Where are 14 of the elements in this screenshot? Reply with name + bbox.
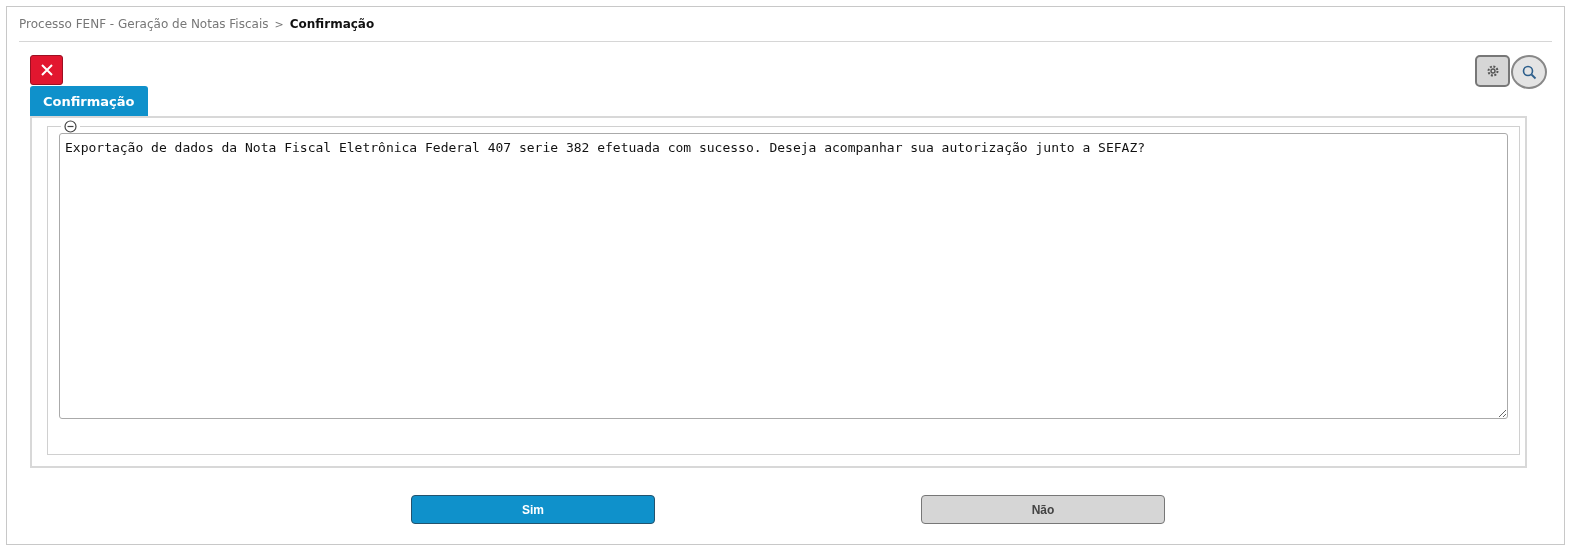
breadcrumb-link[interactable]: Processo FENF - Geração de Notas Fiscais <box>19 17 269 31</box>
tab[interactable]: Confirmação <box>30 86 148 116</box>
search-icon <box>1521 64 1537 80</box>
search-button[interactable] <box>1511 55 1547 89</box>
breadcrumb-separator: > <box>274 17 284 31</box>
close-button[interactable] <box>30 55 63 85</box>
cancel-button[interactable]: Não <box>921 495 1165 524</box>
breadcrumb-current: Confirmação <box>289 17 375 31</box>
message-field[interactable]: Exportação de dados da Nota Fiscal Eletrônica Federal 407 serie 382 efetuada com sucesso. Deseja acompanhar sua autorização junto a SEFAZ? <box>59 133 1508 419</box>
settings-icon <box>1485 64 1500 78</box>
collapse-icon[interactable] <box>64 120 77 133</box>
close-icon <box>40 64 53 76</box>
settings-button[interactable] <box>1475 55 1510 87</box>
confirm-button[interactable]: Sim <box>411 495 655 524</box>
